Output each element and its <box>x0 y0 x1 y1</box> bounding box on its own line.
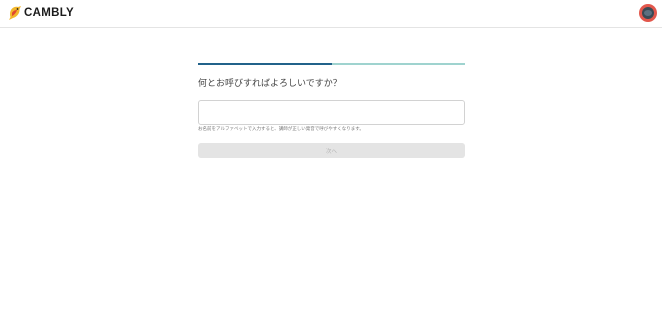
name-question-heading: 何とお呼びすればよろしいですか？ <box>198 79 342 89</box>
progress-bar-fill <box>198 63 332 65</box>
next-button[interactable]: 次へ <box>198 143 465 158</box>
avatar-image <box>642 7 654 19</box>
cambly-logo[interactable]: CAMBLY <box>7 5 74 21</box>
top-bar: CAMBLY <box>0 0 662 28</box>
onboarding-progress-bar <box>198 63 465 65</box>
user-avatar[interactable] <box>639 4 657 22</box>
cambly-bird-icon <box>9 6 21 20</box>
name-hint-text: お名前をアルファベットで入力すると、講師が正しい発音で呼びやすくなります。 <box>198 127 364 132</box>
name-input[interactable] <box>198 100 465 125</box>
logo-text: CAMBLY <box>24 7 74 19</box>
